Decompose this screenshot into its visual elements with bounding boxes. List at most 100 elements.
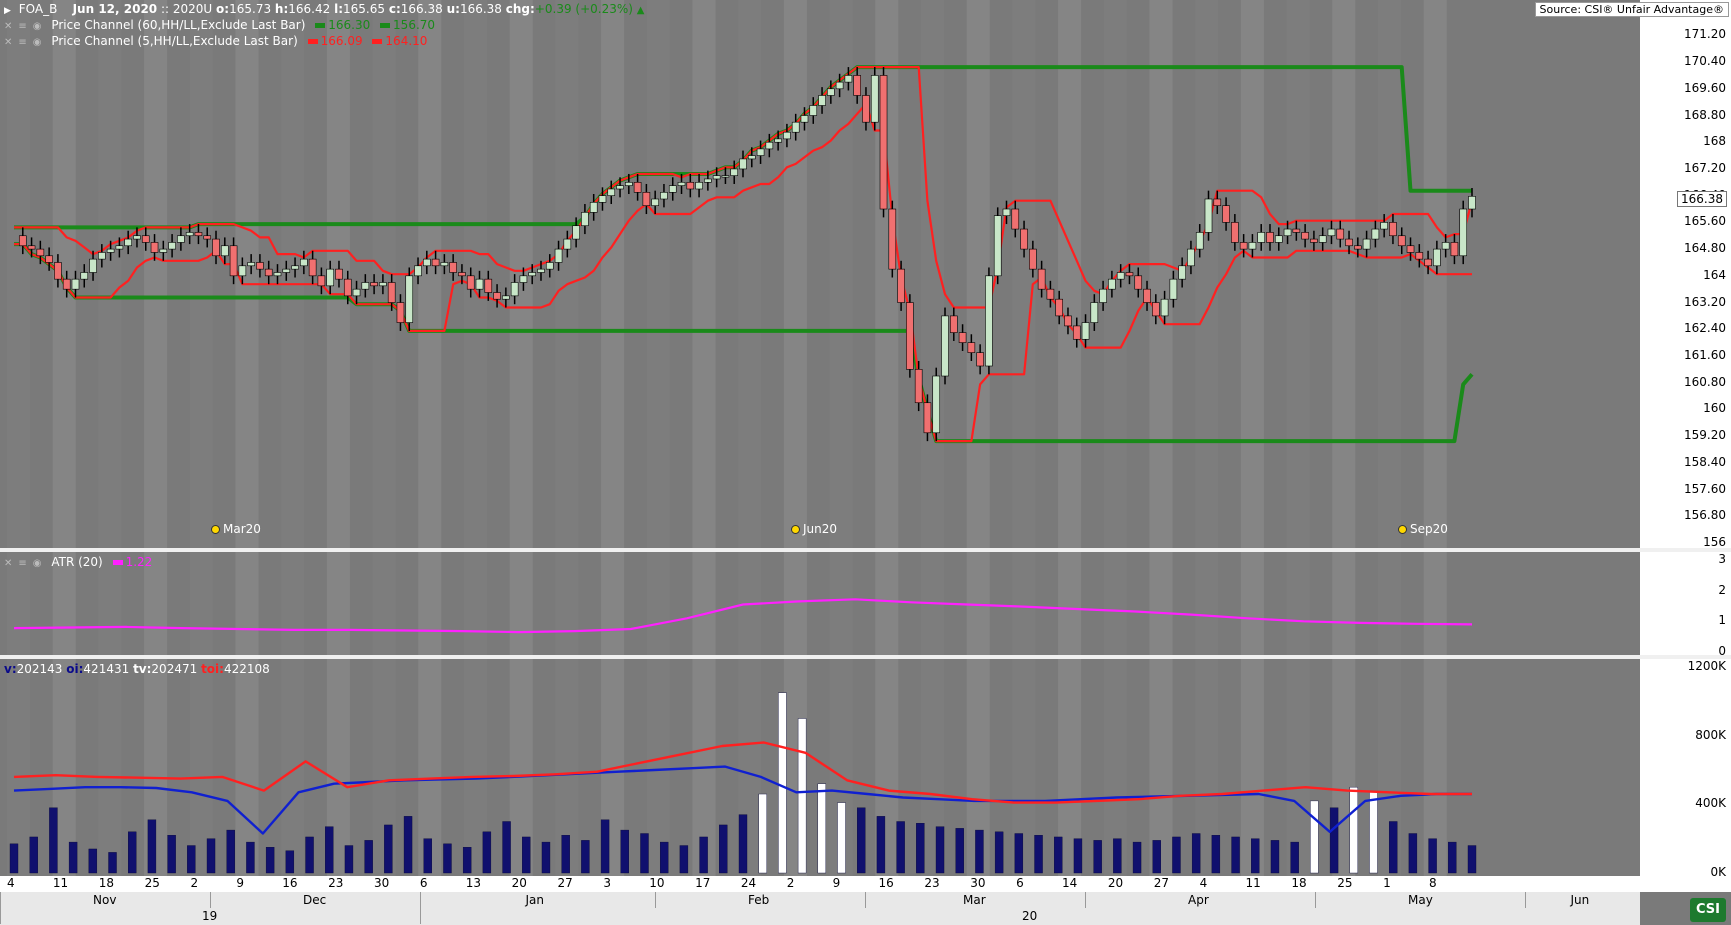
candle-body [1037,268,1046,290]
price-tick-label: 162.40 [1684,321,1726,336]
candle-body [870,75,879,123]
atr-pane[interactable]: ✕ ≡ ◉ ATR (20) 1.22 [0,552,1640,655]
volume-bar [128,831,137,874]
year-label: 19 [202,909,218,923]
volume-axis[interactable]: 1200K 800K 400K 0K [1640,659,1731,879]
date-tick-label: 20 [1107,876,1124,890]
legend-label: ATR (20) [51,555,103,569]
candle-body [827,88,835,96]
candle-body [949,315,958,333]
candle-body [423,258,431,267]
volume-bar [1467,845,1477,874]
contract-marker[interactable]: Jun20 [791,522,837,536]
date-tick-label: 1 [1383,876,1391,890]
candle [941,307,949,385]
candle-body [1099,288,1107,303]
eye-icon[interactable]: ◉ [33,558,44,569]
expand-icon[interactable]: ▶ [4,6,11,16]
contract-label: Sep20 [1410,522,1448,536]
volume-chart-svg[interactable] [0,659,1640,876]
candle [1090,294,1099,331]
date-tick-label: 2 [190,876,199,890]
close-icon[interactable]: ✕ [4,558,14,569]
volume-bar [88,848,98,874]
candle-body [545,262,554,270]
candle-body [159,248,168,253]
candle [888,200,897,278]
candle [1178,257,1186,288]
date-tick-label: 4 [1199,876,1208,890]
candle-body [589,202,598,213]
volume-bar [423,838,432,874]
contract-label: Jun20 [803,522,838,536]
legend-upper: 166.30 [328,18,371,32]
candle [440,254,449,275]
volume-bar [285,850,295,874]
candle-body [1354,245,1362,250]
background-stripe [783,552,807,655]
background-stripe [1012,552,1036,655]
candle-body [1222,205,1230,223]
price-pane[interactable]: ▶ FOA_B Jun 12, 2020 :: 2020U o:165.73 h… [0,0,1640,548]
volume-bar [305,836,314,874]
close-icon[interactable]: ✕ [4,37,14,48]
candle [1134,267,1143,298]
candle-body [712,175,721,180]
eye-icon[interactable]: ◉ [33,21,44,32]
candle-body [89,258,97,273]
candle-body [502,295,510,300]
month-row[interactable]: Nov Dec Jan Feb Mar Apr May Jun [0,892,1640,908]
year-label: 20 [1022,909,1038,923]
volume-bar [1310,800,1319,874]
price-axis[interactable]: 171.20170.40169.60168.80168167.20166.401… [1640,0,1731,549]
menu-icon[interactable]: ≡ [18,21,28,32]
candle-body [1178,265,1186,280]
price-tick-label: 160 [1703,401,1726,416]
menu-icon[interactable]: ≡ [18,558,28,569]
background-stripe [1012,0,1036,548]
volume-pane[interactable]: v:202143 oi:421431 tv:202471 toi:422108 [0,659,1640,876]
candle [949,307,958,341]
background-stripe [1332,552,1356,655]
candle-body [941,315,949,377]
candle-body [141,235,150,243]
candle-body [598,195,607,203]
background-stripe [1240,0,1264,548]
candle [1231,214,1239,251]
price-chart-svg[interactable] [0,0,1640,548]
legend-price-channel-5[interactable]: ✕ ≡ ◉ Price Channel (5,HH/LL,Exclude Last … [4,33,427,51]
candle [361,274,370,298]
year-row[interactable]: 19 20 [0,908,1640,925]
candle-body [581,212,589,227]
contract-marker[interactable]: Sep20 [1398,522,1448,536]
legend-atr[interactable]: ✕ ≡ ◉ ATR (20) 1.22 [4,554,152,572]
candle [1371,220,1380,248]
atr-axis[interactable]: 3210 [1640,552,1731,658]
contract-marker[interactable]: Mar20 [211,522,261,536]
candle-body [730,168,739,176]
month-divider [865,892,866,908]
candle-body [1389,222,1397,237]
contract-label: :: 2020U [160,2,213,16]
candle-body [791,121,800,133]
candle-body [1248,242,1257,250]
candle [581,204,589,235]
swatch-icon [380,22,391,28]
eye-icon[interactable]: ◉ [33,37,44,48]
date-axis[interactable]: 4 11 18 25 2 9 16 23 30 6 13 20 27 3 10 17 24 2 9 16 23 30 6 14… [0,876,1731,892]
legend-upper: 166.09 [320,34,363,48]
candle-body [1433,248,1441,267]
background-stripe [7,0,30,548]
close-icon[interactable]: ✕ [4,21,14,32]
atr-chart-svg[interactable] [0,552,1640,655]
background-stripe [464,552,487,655]
candle-body [1301,232,1309,240]
volume-bar [1349,786,1358,874]
date-tick-label: 9 [832,876,841,890]
candle-body [660,192,668,200]
menu-icon[interactable]: ≡ [18,37,28,48]
date-tick-label: 16 [282,876,298,890]
volume-bar [1034,835,1043,874]
candle-body [607,188,616,196]
legend-lower: 156.70 [393,18,436,32]
